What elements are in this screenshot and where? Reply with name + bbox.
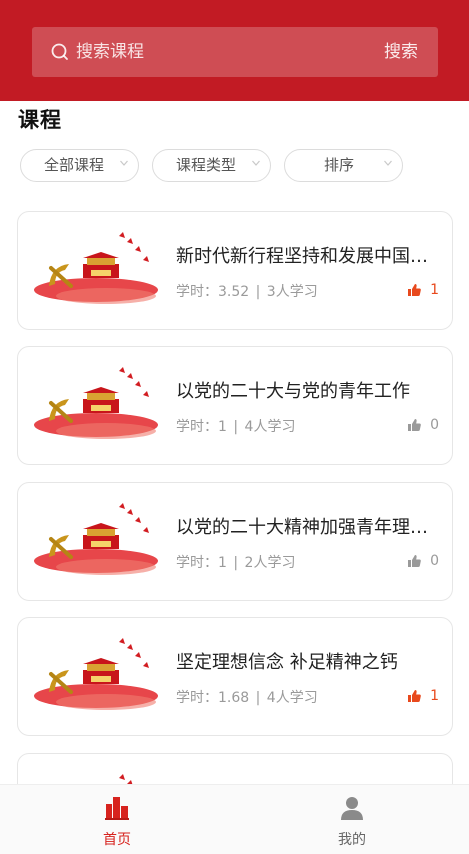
course-card[interactable]: 坚定理想信念 补足精神之钙 学时：1.68 | 4人学习 1 — [17, 617, 453, 736]
filter-all-courses[interactable]: 全部课程 — [20, 149, 139, 182]
chevron-down-icon — [252, 160, 260, 166]
thumbs-up-icon — [408, 690, 421, 702]
filter-label: 排序 — [324, 156, 355, 174]
hours-label: 学时： — [176, 690, 218, 706]
search-button[interactable]: 搜索 — [384, 27, 418, 77]
like-count: 0 — [430, 553, 439, 569]
chevron-down-icon — [120, 160, 128, 166]
tab-label: 我的 — [338, 832, 366, 848]
course-meta: 学时：1 | 4人学习 — [176, 419, 296, 435]
hours-label: 学时： — [176, 284, 218, 300]
course-card[interactable]: 以党的二十大与党的青年工作 学时：1 | 4人学习 0 — [17, 346, 453, 465]
like-count: 1 — [430, 282, 439, 298]
course-thumbnail — [34, 367, 158, 439]
hours-label: 学时： — [176, 419, 218, 435]
like-button[interactable]: 1 — [407, 686, 439, 706]
like-button[interactable]: 1 — [407, 280, 439, 300]
tab-home[interactable]: 首页 — [0, 785, 234, 854]
search-placeholder: 搜索课程 — [76, 42, 144, 62]
user-icon — [341, 797, 363, 820]
course-card[interactable]: 以党的二十大精神加强青年理想信念 学时：1 | 2人学习 0 — [17, 482, 453, 601]
filter-course-type[interactable]: 课程类型 — [152, 149, 271, 182]
filter-sort[interactable]: 排序 — [284, 149, 403, 182]
thumbs-up-icon — [408, 284, 421, 296]
course-title: 新时代新行程坚持和发展中国特色社会主义 — [176, 246, 440, 267]
course-meta: 学时：1 | 2人学习 — [176, 555, 296, 571]
learners-count: 3人学习 — [266, 284, 318, 300]
hours-value: 1.68 — [218, 690, 250, 706]
course-title: 以党的二十大精神加强青年理想信念 — [176, 517, 440, 538]
search-input[interactable]: 搜索课程 搜索 — [32, 27, 438, 77]
home-icon — [105, 797, 129, 820]
thumbs-up-icon — [408, 419, 421, 431]
search-icon — [51, 43, 68, 60]
like-count: 1 — [430, 688, 439, 704]
page-title: 课程 — [18, 108, 62, 132]
chevron-down-icon — [384, 160, 392, 166]
course-meta: 学时：3.52 | 3人学习 — [176, 284, 318, 300]
hours-value: 1 — [218, 419, 227, 435]
course-meta: 学时：1.68 | 4人学习 — [176, 690, 318, 706]
learners-count: 4人学习 — [266, 690, 318, 706]
thumbs-up-icon — [408, 555, 421, 567]
filter-label: 课程类型 — [176, 156, 237, 174]
header-bar: 搜索课程 搜索 — [0, 0, 469, 101]
tab-label: 首页 — [103, 832, 131, 848]
learners-count: 4人学习 — [244, 419, 296, 435]
like-button[interactable]: 0 — [407, 551, 439, 571]
hours-label: 学时： — [176, 555, 218, 571]
like-count: 0 — [430, 417, 439, 433]
learners-count: 2人学习 — [244, 555, 296, 571]
tab-profile[interactable]: 我的 — [235, 785, 469, 854]
course-title: 以党的二十大与党的青年工作 — [176, 381, 410, 402]
course-card[interactable]: 新时代新行程坚持和发展中国特色社会主义 学时：3.52 | 3人学习 1 — [17, 211, 453, 330]
like-button[interactable]: 0 — [407, 415, 439, 435]
filter-label: 全部课程 — [44, 156, 105, 174]
hours-value: 3.52 — [218, 284, 250, 300]
course-thumbnail — [34, 503, 158, 575]
course-thumbnail — [34, 638, 158, 710]
course-thumbnail — [34, 232, 158, 304]
course-title: 坚定理想信念 补足精神之钙 — [176, 652, 398, 673]
hours-value: 1 — [218, 555, 227, 571]
bottom-tab-bar: 首页 我的 — [0, 784, 469, 854]
